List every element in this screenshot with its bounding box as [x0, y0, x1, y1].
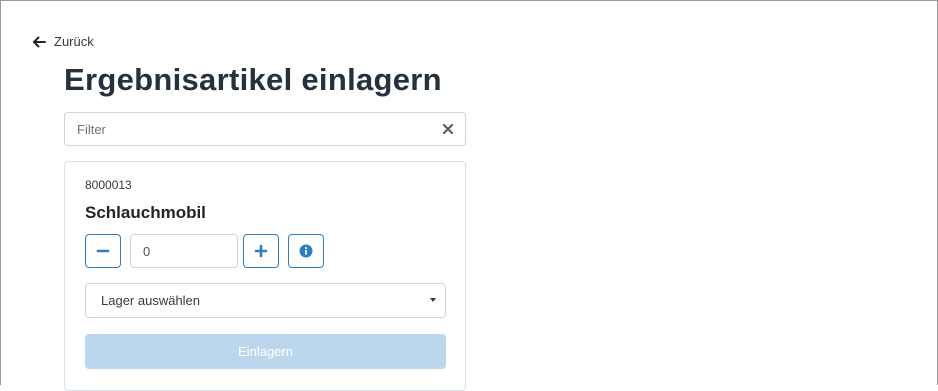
filter-input[interactable] [65, 113, 425, 145]
back-link-label: Zurück [54, 34, 94, 49]
info-circle-icon [299, 244, 313, 258]
caret-down-icon [430, 298, 436, 302]
article-number: 8000013 [85, 178, 132, 192]
back-link[interactable]: Zurück [32, 34, 94, 49]
quantity-input[interactable] [130, 234, 238, 268]
article-card: 8000013 Schlauchmobil Lager auswählen Ei… [64, 161, 466, 391]
plus-icon [254, 244, 268, 258]
store-button[interactable]: Einlagern [85, 334, 446, 369]
article-name: Schlauchmobil [85, 203, 206, 222]
minus-icon [96, 249, 110, 253]
close-icon[interactable] [441, 122, 455, 136]
warehouse-select-value: Lager auswählen [101, 293, 201, 308]
increment-button[interactable] [243, 234, 279, 268]
arrow-left-icon [33, 36, 46, 47]
decrement-button[interactable] [85, 234, 121, 268]
page-title: Ergebnisartikel einlagern [64, 62, 442, 97]
info-button[interactable] [288, 234, 324, 268]
warehouse-select[interactable]: Lager auswählen [85, 283, 446, 318]
filter-box [64, 112, 466, 146]
